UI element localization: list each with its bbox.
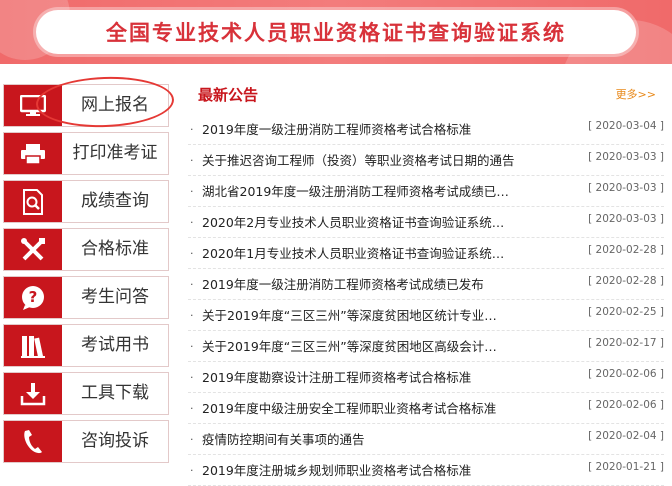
announcement-date: [ 2020-02-28 ] [588,275,664,287]
announcement-date: [ 2020-02-06 ] [588,399,664,411]
announcement-date: [ 2020-03-03 ] [588,213,664,225]
announcement-link[interactable]: 关于2019年度“三区三州”等深度贫困地区统计专业… [202,305,497,324]
search-document-icon [4,181,62,222]
list-item[interactable]: · 2020年2月专业技术人员职业资格证书查询验证系统… [ 2020-03-03 … [188,207,664,238]
sidebar-menu: 网上报名 打印准考证 成绩查询 合格标准 ? 考生问答 考试用书 工具下载 咨询… [3,74,175,468]
sidebar-item-label: 合格标准 [81,239,149,259]
printer-icon [4,133,62,174]
bullet: · [190,123,194,136]
announcements-panel: 最新公告 更多>> · 2019年度一级注册消防工程师资格考试合格标准 [ 2020… [188,82,664,486]
sidebar-item-consult-complaint[interactable]: 咨询投诉 [3,420,169,463]
announcements-list: · 2019年度一级注册消防工程师资格考试合格标准 [ 2020-03-04 ] ·… [188,114,664,486]
announcement-link[interactable]: 2019年度中级注册安全工程师职业资格考试合格标准 [202,398,496,417]
sidebar-item-label: 咨询投诉 [81,431,149,451]
monitor-icon [4,85,62,126]
sidebar-item-label: 考试用书 [81,335,149,355]
announcement-date: [ 2020-03-03 ] [588,182,664,194]
list-item[interactable]: · 关于2019年度“三区三州”等深度贫困地区统计专业… [ 2020-02-25 … [188,300,664,331]
bullet: · [190,309,194,322]
announcement-link[interactable]: 关于2019年度“三区三州”等深度贫困地区高级会计… [202,336,497,355]
bullet: · [190,340,194,353]
bullet: · [190,464,194,477]
header-banner: 全国专业技术人员职业资格证书查询验证系统 [0,0,672,64]
list-item[interactable]: · 关于2019年度“三区三州”等深度贫困地区高级会计… [ 2020-02-17 … [188,331,664,362]
sidebar-item-online-registration[interactable]: 网上报名 [3,74,175,130]
announcement-date: [ 2020-02-17 ] [588,337,664,349]
list-item[interactable]: · 2019年度一级注册消防工程师资格考试成绩已发布 [ 2020-02-28 ] [188,269,664,300]
sidebar-item-qualification-standard[interactable]: 合格标准 [3,228,169,271]
bullet: · [190,371,194,384]
sidebar-item-tool-download[interactable]: 工具下载 [3,372,169,415]
announcement-date: [ 2020-02-06 ] [588,368,664,380]
sidebar-item-score-query[interactable]: 成绩查询 [3,180,169,223]
announcement-link[interactable]: 2019年度一级注册消防工程师资格考试合格标准 [202,119,471,138]
announcement-link[interactable]: 2019年度注册城乡规划师职业资格考试合格标准 [202,460,471,479]
header-title-pill: 全国专业技术人员职业资格证书查询验证系统 [36,10,636,54]
sidebar-item-print-admission-ticket[interactable]: 打印准考证 [3,132,169,175]
announcement-date: [ 2020-02-28 ] [588,244,664,256]
announcements-header: 最新公告 更多>> [188,82,664,108]
announcement-link[interactable]: 2020年2月专业技术人员职业资格证书查询验证系统… [202,212,504,231]
bullet: · [190,278,194,291]
list-item[interactable]: · 2019年度一级注册消防工程师资格考试合格标准 [ 2020-03-04 ] [188,114,664,145]
list-item[interactable]: · 2019年度注册城乡规划师职业资格考试合格标准 [ 2020-01-21 ] [188,455,664,486]
announcement-link[interactable]: 2019年度勘察设计注册工程师资格考试合格标准 [202,367,471,386]
bullet: · [190,433,194,446]
sidebar-item-label: 考生问答 [81,287,149,307]
announcement-link[interactable]: 疫情防控期间有关事项的通告 [202,429,365,448]
books-icon [4,325,62,366]
announcement-link[interactable]: 2020年1月专业技术人员职业资格证书查询验证系统… [202,243,504,262]
announcement-link[interactable]: 关于推迟咨询工程师（投资）等职业资格考试日期的通告 [202,150,515,169]
phone-icon [4,421,62,462]
list-item[interactable]: · 湖北省2019年度一级注册消防工程师资格考试成绩已… [ 2020-03-03 … [188,176,664,207]
list-item[interactable]: · 2019年度勘察设计注册工程师资格考试合格标准 [ 2020-02-06 ] [188,362,664,393]
announcements-title: 最新公告 [198,86,259,104]
announcement-date: [ 2020-03-04 ] [588,120,664,132]
bullet: · [190,216,194,229]
list-item[interactable]: · 疫情防控期间有关事项的通告 [ 2020-02-04 ] [188,424,664,455]
bullet: · [190,402,194,415]
list-item[interactable]: · 2020年1月专业技术人员职业资格证书查询验证系统… [ 2020-02-28 … [188,238,664,269]
bullet: · [190,247,194,260]
announcement-link[interactable]: 2019年度一级注册消防工程师资格考试成绩已发布 [202,274,484,293]
bullet: · [190,154,194,167]
announcement-date: [ 2020-03-03 ] [588,151,664,163]
announcement-date: [ 2020-02-25 ] [588,306,664,318]
sidebar-item-label: 成绩查询 [81,191,149,211]
sidebar-item-candidate-qa[interactable]: ? 考生问答 [3,276,169,319]
more-link[interactable]: 更多>> [616,86,656,102]
tools-icon [4,229,62,270]
sidebar-item-label: 打印准考证 [72,143,158,163]
sidebar-item-label: 网上报名 [81,95,149,115]
page-title: 全国专业技术人员职业资格证书查询验证系统 [106,21,566,45]
question-icon: ? [4,277,62,318]
list-item[interactable]: · 关于推迟咨询工程师（投资）等职业资格考试日期的通告 [ 2020-03-03 ] [188,145,664,176]
sidebar-item-label: 工具下载 [81,383,149,403]
list-item[interactable]: · 2019年度中级注册安全工程师职业资格考试合格标准 [ 2020-02-06 ] [188,393,664,424]
announcement-date: [ 2020-02-04 ] [588,430,664,442]
download-icon [4,373,62,414]
sidebar-item-exam-books[interactable]: 考试用书 [3,324,169,367]
announcement-date: [ 2020-01-21 ] [588,461,664,473]
bullet: · [190,185,194,198]
announcement-link[interactable]: 湖北省2019年度一级注册消防工程师资格考试成绩已… [202,181,509,200]
svg-text:?: ? [29,288,38,306]
